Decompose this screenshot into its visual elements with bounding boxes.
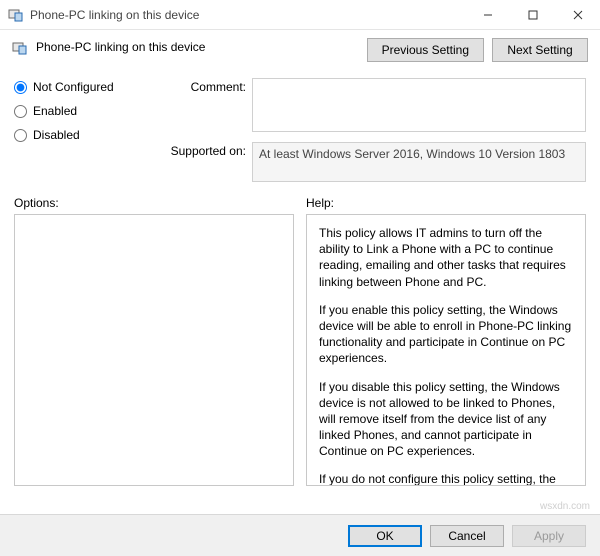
- config-section: Not Configured Enabled Disabled Comment:…: [0, 62, 600, 190]
- next-setting-button[interactable]: Next Setting: [492, 38, 588, 62]
- header: Phone-PC linking on this device Previous…: [0, 30, 600, 62]
- supported-on-label: Supported on:: [160, 142, 246, 158]
- apply-button[interactable]: Apply: [512, 525, 586, 547]
- radio-not-configured[interactable]: Not Configured: [14, 80, 154, 94]
- policy-icon: [12, 40, 28, 56]
- minimize-button[interactable]: [465, 0, 510, 29]
- window-title: Phone-PC linking on this device: [30, 8, 465, 22]
- lower-panes: Options: Help: This policy allows IT adm…: [0, 190, 600, 486]
- window-controls: [465, 0, 600, 29]
- cancel-button[interactable]: Cancel: [430, 525, 504, 547]
- radio-disabled[interactable]: Disabled: [14, 128, 154, 142]
- radio-enabled[interactable]: Enabled: [14, 104, 154, 118]
- supported-on-box: At least Windows Server 2016, Windows 10…: [252, 142, 586, 182]
- supported-on-text: At least Windows Server 2016, Windows 10…: [259, 147, 565, 161]
- radio-enabled-label: Enabled: [33, 104, 77, 118]
- watermark: wsxdn.com: [540, 501, 590, 512]
- radio-disabled-input[interactable]: [14, 129, 27, 142]
- help-paragraph: If you enable this policy setting, the W…: [319, 302, 573, 367]
- titlebar: Phone-PC linking on this device: [0, 0, 600, 30]
- radio-not-configured-label: Not Configured: [33, 80, 114, 94]
- options-label: Options:: [14, 196, 294, 210]
- comment-label: Comment:: [160, 78, 246, 94]
- radio-enabled-input[interactable]: [14, 105, 27, 118]
- help-paragraph: If you do not configure this policy sett…: [319, 471, 573, 486]
- maximize-button[interactable]: [510, 0, 555, 29]
- help-paragraph: This policy allows IT admins to turn off…: [319, 225, 573, 290]
- help-pane[interactable]: This policy allows IT admins to turn off…: [306, 214, 586, 486]
- options-pane: [14, 214, 294, 486]
- radio-disabled-label: Disabled: [33, 128, 80, 142]
- close-button[interactable]: [555, 0, 600, 29]
- ok-button[interactable]: OK: [348, 525, 422, 547]
- comment-input[interactable]: [252, 78, 586, 132]
- policy-title: Phone-PC linking on this device: [36, 38, 359, 54]
- previous-setting-button[interactable]: Previous Setting: [367, 38, 484, 62]
- app-icon: [8, 7, 24, 23]
- radio-not-configured-input[interactable]: [14, 81, 27, 94]
- help-paragraph: If you disable this policy setting, the …: [319, 379, 573, 460]
- button-bar: OK Cancel Apply: [0, 514, 600, 556]
- help-label: Help:: [306, 196, 586, 210]
